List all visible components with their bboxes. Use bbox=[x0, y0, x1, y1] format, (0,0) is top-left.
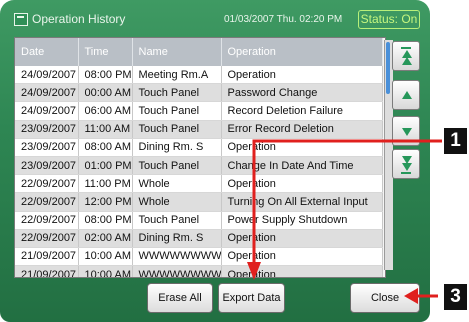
scroll-top-button[interactable] bbox=[392, 41, 420, 71]
cell-date: 21/09/2007 bbox=[15, 247, 79, 267]
status-badge: Status: On bbox=[358, 10, 420, 29]
cell-date: 22/09/2007 bbox=[15, 192, 79, 212]
cell-operation: Password Change bbox=[221, 83, 383, 103]
history-table-container: Date Time Name Operation 24/09/2007 08:00… bbox=[14, 37, 386, 278]
table-row[interactable]: 22/09/2007 02:00 AM Dining Rm. S Operation bbox=[15, 229, 383, 248]
callout-1: 1 bbox=[444, 128, 467, 154]
cell-time: 01:00 PM bbox=[78, 156, 133, 176]
cell-time: 10:00 AM bbox=[78, 265, 133, 277]
scrollbar-thumb[interactable] bbox=[386, 42, 390, 94]
cell-name: Touch Panel bbox=[132, 101, 222, 121]
window-icon bbox=[14, 13, 28, 26]
cell-name: Whole bbox=[132, 192, 222, 212]
table-row[interactable]: 23/09/2007 11:00 AM Touch Panel Error Recor… bbox=[15, 120, 383, 139]
cell-operation: Error Record Deletion bbox=[221, 120, 383, 139]
cell-operation: Change In Date And Time bbox=[221, 156, 383, 176]
status-value: On bbox=[401, 12, 418, 26]
table-row[interactable]: 21/09/200710:00 AMWWWWWWWWWOperation bbox=[15, 265, 383, 277]
cell-time: 02:00 AM bbox=[78, 229, 133, 248]
cell-date: 23/09/2007 bbox=[15, 120, 79, 139]
table-row[interactable]: 22/09/2007 11:00 PM Whole Operation bbox=[15, 174, 383, 194]
datetime-display: 01/03/2007 Thu. 02:20 PM bbox=[224, 14, 343, 25]
cell-name: WWWWWWWWW bbox=[132, 265, 222, 277]
cell-name: Touch Panel bbox=[132, 211, 222, 230]
cell-name: WWWWWWWWW bbox=[132, 247, 222, 267]
cell-name: Touch Panel bbox=[132, 120, 222, 139]
cell-time: 08:00 PM bbox=[78, 211, 133, 230]
title-bar: Operation History 01/03/2007 Thu. 02:20 … bbox=[14, 9, 422, 33]
cell-operation: Record Deletion Failure bbox=[221, 101, 383, 121]
cell-date: 24/09/2007 bbox=[15, 66, 79, 85]
chevron-up-icon bbox=[402, 91, 412, 99]
cell-date: 22/09/2007 bbox=[15, 229, 79, 248]
cell-name: Whole bbox=[132, 174, 222, 194]
cell-name: Meeting Rm.A bbox=[132, 66, 222, 85]
scroll-bottom-button[interactable] bbox=[392, 149, 420, 179]
cell-date: 23/09/2007 bbox=[15, 138, 79, 157]
scroll-up-button[interactable] bbox=[392, 80, 420, 110]
cell-name: Dining Rm. S bbox=[132, 229, 222, 248]
cell-operation: Power Supply Shutdown bbox=[221, 211, 383, 230]
scroll-down-button[interactable] bbox=[392, 116, 420, 146]
table-row[interactable]: 24/09/2007 08:00 PM Meeting Rm.A Operation bbox=[15, 66, 383, 85]
table-row[interactable]: 24/09/2007 06:00 AM Touch Panel Record Dele… bbox=[15, 101, 383, 121]
table-row[interactable]: 24/09/2007 00:00 AM Touch Panel Password Ch… bbox=[15, 83, 383, 103]
cell-time: 11:00 AM bbox=[78, 120, 133, 139]
cell-date: 21/09/2007 bbox=[15, 265, 79, 277]
cell-operation: Turning On All External Input bbox=[221, 192, 383, 212]
cell-date: 22/09/2007 bbox=[15, 211, 79, 230]
close-button[interactable]: Close bbox=[350, 283, 420, 313]
operation-history-panel: Operation History 01/03/2007 Thu. 02:20 … bbox=[0, 0, 430, 322]
cell-time: 00:00 AM bbox=[78, 83, 133, 103]
table-header-row: Date Time Name Operation bbox=[15, 38, 383, 66]
cell-operation: Operation bbox=[221, 138, 383, 157]
chevron-down-icon bbox=[402, 128, 412, 136]
column-header-name[interactable]: Name bbox=[132, 38, 222, 66]
cell-time: 08:00 AM bbox=[78, 138, 133, 157]
cell-operation: Operation bbox=[221, 229, 383, 248]
cell-time: 08:00 PM bbox=[78, 66, 133, 85]
cell-operation: Operation bbox=[221, 174, 383, 194]
column-header-date[interactable]: Date bbox=[15, 38, 79, 66]
table-row[interactable]: 21/09/200710:00 AMWWWWWWWWWOperation bbox=[15, 247, 383, 267]
cell-name: Touch Panel bbox=[132, 156, 222, 176]
cell-time: 11:00 PM bbox=[78, 174, 133, 194]
cell-operation: Operation bbox=[221, 265, 383, 277]
cell-date: 24/09/2007 bbox=[15, 83, 79, 103]
cell-name: Dining Rm. S bbox=[132, 138, 222, 157]
history-table: Date Time Name Operation 24/09/2007 08:00… bbox=[15, 38, 383, 277]
table-row[interactable]: 23/09/2007 08:00 AM Dining Rm. S Operation bbox=[15, 138, 383, 157]
callout-3: 3 bbox=[444, 284, 467, 310]
cell-operation: Operation bbox=[221, 66, 383, 85]
status-label: Status: bbox=[360, 12, 398, 26]
cell-time: 06:00 AM bbox=[78, 101, 133, 121]
table-row[interactable]: 23/09/2007 01:00 PM Touch Panel Change In D… bbox=[15, 156, 383, 176]
erase-all-button[interactable]: Erase All bbox=[147, 283, 213, 313]
window-title: Operation History bbox=[32, 12, 126, 26]
column-header-operation[interactable]: Operation bbox=[221, 38, 383, 66]
cell-time: 12:00 PM bbox=[78, 192, 133, 212]
export-data-button[interactable]: Export Data bbox=[218, 283, 285, 313]
cell-name: Touch Panel bbox=[132, 83, 222, 103]
cell-date: 22/09/2007 bbox=[15, 174, 79, 194]
column-header-time[interactable]: Time bbox=[78, 38, 133, 66]
cell-operation: Operation bbox=[221, 247, 383, 267]
cell-date: 24/09/2007 bbox=[15, 101, 79, 121]
table-row[interactable]: 22/09/2007 08:00 PM Touch Panel Power Suppl… bbox=[15, 211, 383, 230]
table-row[interactable]: 22/09/2007 12:00 PM Whole Turning On All Ex… bbox=[15, 192, 383, 212]
cell-time: 10:00 AM bbox=[78, 247, 133, 267]
cell-date: 23/09/2007 bbox=[15, 156, 79, 176]
